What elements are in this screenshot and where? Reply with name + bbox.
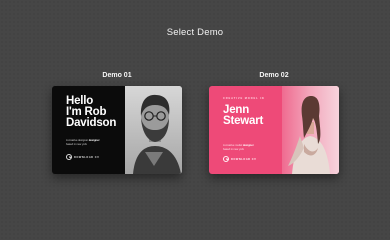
demo-01-card[interactable]: Hello I'm Rob Davidson A creative design… bbox=[52, 86, 182, 174]
demo-02-headline-line-2: Stewart bbox=[223, 115, 264, 127]
demo-02-download-button[interactable]: DOWNLOAD CV bbox=[223, 156, 256, 162]
demo-02-description: A creative model designer based in new y… bbox=[223, 144, 281, 151]
download-icon bbox=[66, 154, 72, 160]
demo-02-eyebrow: CREATIVE MODEL IN bbox=[223, 97, 265, 100]
demo-01-description-rest: based in new york bbox=[66, 142, 87, 146]
demo-02-description-rest: based in new york bbox=[223, 147, 244, 151]
demo-01-headline-line-3: Davidson bbox=[66, 117, 117, 129]
demo-02-card[interactable]: CREATIVE MODEL IN Jenn Stewart A creativ… bbox=[209, 86, 339, 174]
demo-01-label: Demo 01 bbox=[102, 72, 132, 79]
demo-02-download-label: DOWNLOAD CV bbox=[231, 157, 257, 161]
demo-02-portrait-image bbox=[282, 86, 339, 174]
demo-01-portrait-image bbox=[125, 86, 182, 174]
demo-01-description-text: A creative designer bbox=[66, 139, 89, 142]
demo-01-description: A creative designer designer based in ne… bbox=[66, 139, 124, 146]
demo-01-download-button[interactable]: DOWNLOAD CV bbox=[66, 154, 99, 160]
woman-portrait-icon bbox=[282, 86, 339, 174]
demo-02-label: Demo 02 bbox=[259, 72, 289, 79]
demo-01-description-highlight: designer bbox=[88, 139, 100, 142]
demo-02-description-text: A creative model bbox=[223, 144, 243, 147]
page-title: Select Demo bbox=[166, 27, 224, 38]
demo-02-headline: Jenn Stewart bbox=[223, 104, 264, 127]
bearded-man-portrait-icon bbox=[125, 86, 182, 174]
demo-01-download-label: DOWNLOAD CV bbox=[74, 155, 100, 159]
demo-01-headline: Hello I'm Rob Davidson bbox=[66, 95, 117, 129]
download-icon bbox=[223, 156, 229, 162]
demo-02-description-highlight: designer bbox=[242, 144, 254, 147]
